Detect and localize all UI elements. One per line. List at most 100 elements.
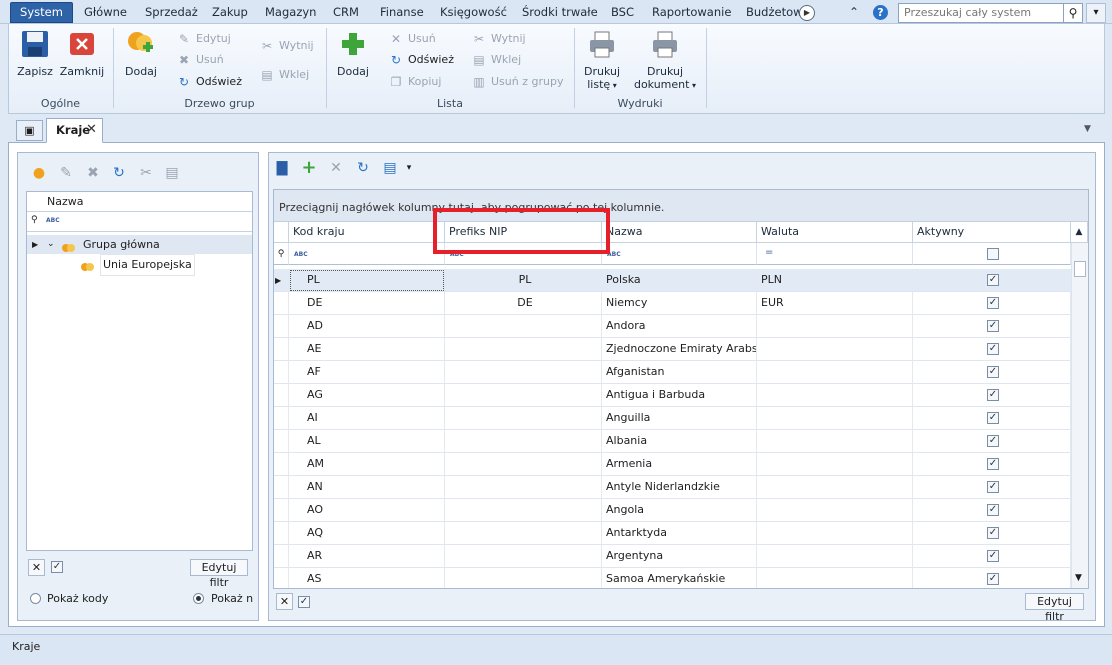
paste-icon[interactable]: ▤	[163, 164, 181, 182]
menu-glowne[interactable]: Główne	[84, 5, 127, 19]
tree-refresh-button[interactable]: ↻ Odśwież	[176, 73, 242, 91]
cell-name[interactable]: Polska	[602, 269, 757, 292]
remove-from-group-button[interactable]: ▥ Usuń z grupy	[471, 73, 563, 91]
cell-name[interactable]: Antarktyda	[602, 522, 757, 545]
cell-code[interactable]: AG	[289, 384, 445, 407]
cell-prefix[interactable]	[445, 430, 602, 453]
chevron-down-icon[interactable]: ▾	[400, 159, 418, 177]
cell-currency[interactable]	[757, 545, 913, 568]
table-row[interactable]: AF Afganistan ✓	[274, 361, 1071, 384]
cell-name[interactable]: Argentyna	[602, 545, 757, 568]
table-row[interactable]: AR Argentyna ✓	[274, 545, 1071, 568]
menu-raportowanie[interactable]: Raportowanie	[652, 5, 731, 19]
collapse-ribbon-icon[interactable]: ⌃	[849, 5, 863, 19]
table-row[interactable]: ▶ PL PL Polska PLN ✓	[274, 269, 1071, 292]
filter-kod-kraju[interactable]: ABC	[289, 243, 445, 265]
save-button[interactable]: Zapisz	[17, 29, 53, 78]
list-cut-button[interactable]: ✂ Wytnij	[471, 30, 526, 48]
menu-srodki-trwale[interactable]: Środki trwałe	[522, 5, 598, 19]
active-checkbox[interactable]: ✓	[987, 527, 999, 539]
cell-code[interactable]: AI	[289, 407, 445, 430]
active-checkbox[interactable]: ✓	[987, 550, 999, 562]
cell-active[interactable]: ✓	[913, 361, 1071, 384]
refresh-icon[interactable]: ↻	[354, 159, 372, 177]
active-checkbox[interactable]: ✓	[987, 573, 999, 585]
menu-zakup[interactable]: Zakup	[212, 5, 248, 19]
cell-currency[interactable]	[757, 361, 913, 384]
table-row[interactable]: AO Angola ✓	[274, 499, 1071, 522]
cell-active[interactable]: ✓	[913, 476, 1071, 499]
cell-currency[interactable]	[757, 407, 913, 430]
table-row[interactable]: AQ Antarktyda ✓	[274, 522, 1071, 545]
cell-code[interactable]: AF	[289, 361, 445, 384]
export-icon[interactable]: ▤	[381, 159, 399, 177]
cell-currency[interactable]	[757, 568, 913, 588]
cell-prefix[interactable]	[445, 499, 602, 522]
cell-code[interactable]: AR	[289, 545, 445, 568]
tree-paste-button[interactable]: ▤ Wklej	[259, 66, 309, 84]
menu-system[interactable]: System	[10, 2, 73, 23]
table-row[interactable]: AS Samoa Amerykańskie ✓	[274, 568, 1071, 588]
cell-active[interactable]: ✓	[913, 338, 1071, 361]
cell-active[interactable]: ✓	[913, 430, 1071, 453]
scroll-down-icon[interactable]: ▼	[1075, 573, 1082, 583]
cell-code[interactable]: AD	[289, 315, 445, 338]
cell-active[interactable]: ✓	[913, 384, 1071, 407]
table-row[interactable]: AE Zjednoczone Emiraty Arabs... ✓	[274, 338, 1071, 361]
cell-active[interactable]: ✓	[913, 568, 1071, 588]
cell-active[interactable]: ✓	[913, 292, 1071, 315]
filter-checkbox[interactable]: ✓	[51, 561, 63, 573]
cell-prefix[interactable]	[445, 522, 602, 545]
cell-active[interactable]: ✓	[913, 453, 1071, 476]
cell-currency[interactable]	[757, 315, 913, 338]
cell-name[interactable]: Armenia	[602, 453, 757, 476]
cell-currency[interactable]	[757, 384, 913, 407]
menu-crm[interactable]: CRM	[333, 5, 359, 19]
cell-currency[interactable]	[757, 430, 913, 453]
tree-item-unia-europejska[interactable]: Unia Europejska	[27, 254, 252, 276]
list-add-button[interactable]: Dodaj	[333, 29, 373, 78]
cell-name[interactable]: Niemcy	[602, 292, 757, 315]
tree-item-grupa-glowna[interactable]: ▶ ⌄ Grupa główna	[27, 235, 252, 254]
print-list-button[interactable]: Drukuj listę ▾	[581, 29, 623, 92]
filter-checkbox[interactable]	[987, 248, 999, 260]
tree-filter-row[interactable]: ⚲ ABC	[27, 212, 252, 232]
scissors-icon[interactable]: ✂	[137, 164, 155, 182]
add-group-icon[interactable]: ●	[30, 164, 48, 182]
cell-prefix[interactable]	[445, 384, 602, 407]
cell-currency[interactable]	[757, 338, 913, 361]
cell-prefix[interactable]	[445, 361, 602, 384]
cell-active[interactable]: ✓	[913, 522, 1071, 545]
table-row[interactable]: AG Antigua i Barbuda ✓	[274, 384, 1071, 407]
menu-magazyn[interactable]: Magazyn	[265, 5, 316, 19]
grid-edit-filter-button[interactable]: Edytuj filtr	[1025, 593, 1084, 623]
cell-name[interactable]: Antyle Niderlandzkie	[602, 476, 757, 499]
scrollbar-thumb[interactable]	[1074, 261, 1086, 277]
chevron-down-icon[interactable]: ▼	[1084, 124, 1091, 134]
group-by-area[interactable]: Przeciągnij nagłówek kolumny tutaj, aby …	[274, 190, 1088, 222]
cell-name[interactable]: Samoa Amerykańskie	[602, 568, 757, 588]
tree-add-button[interactable]: Dodaj	[121, 29, 161, 78]
cell-name[interactable]: Andora	[602, 315, 757, 338]
delete-icon[interactable]: ✖	[84, 164, 102, 182]
cell-prefix[interactable]	[445, 338, 602, 361]
list-paste-button[interactable]: ▤ Wklej	[471, 51, 521, 69]
table-row[interactable]: AM Armenia ✓	[274, 453, 1071, 476]
tree-edit-button[interactable]: ✎ Edytuj	[176, 30, 231, 48]
search-input[interactable]: Przeszukaj cały system	[898, 3, 1064, 23]
filter-nazwa[interactable]: ABC	[602, 243, 757, 265]
cell-code[interactable]: AE	[289, 338, 445, 361]
cell-name[interactable]: Anguilla	[602, 407, 757, 430]
cell-currency[interactable]: PLN	[757, 269, 913, 292]
active-checkbox[interactable]: ✓	[987, 274, 999, 286]
cell-prefix[interactable]	[445, 453, 602, 476]
active-checkbox[interactable]: ✓	[987, 458, 999, 470]
cell-name[interactable]: Antigua i Barbuda	[602, 384, 757, 407]
cell-prefix[interactable]	[445, 545, 602, 568]
menu-bsc[interactable]: BSC	[611, 5, 634, 19]
cell-prefix[interactable]: DE	[445, 292, 602, 315]
menu-sprzedaz[interactable]: Sprzedaż	[145, 5, 198, 19]
cell-prefix[interactable]	[445, 568, 602, 588]
cell-name[interactable]: Albania	[602, 430, 757, 453]
print-document-button[interactable]: Drukuj dokument ▾	[631, 29, 699, 92]
